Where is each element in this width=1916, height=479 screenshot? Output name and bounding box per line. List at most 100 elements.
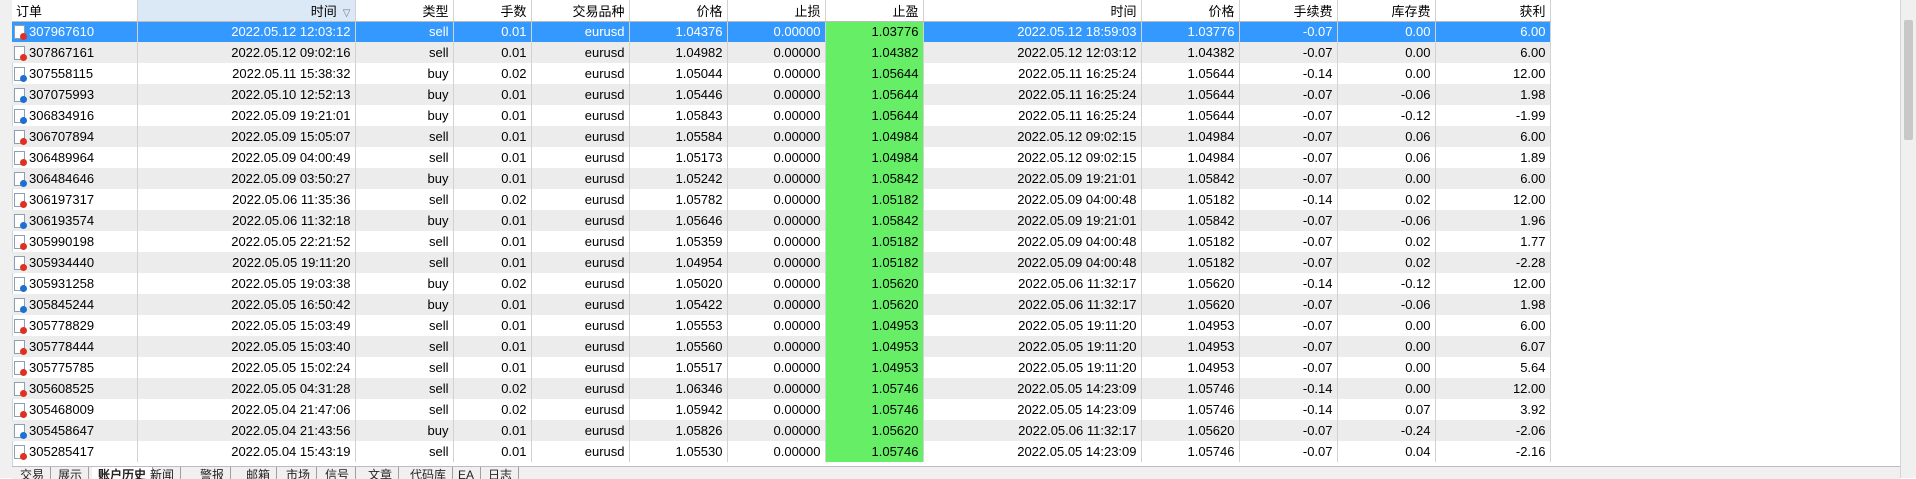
table-row[interactable]: 305608525 2022.05.05 04:31:28 sell 0.02 euru… bbox=[12, 378, 1551, 399]
table-row[interactable]: 307867161 2022.05.12 09:02:16 sell 0.01 euru… bbox=[12, 42, 1551, 63]
tab-3[interactable]: 新闻 bbox=[144, 467, 182, 479]
buy-order-icon bbox=[14, 172, 27, 187]
cell-value: 6.00 bbox=[1520, 24, 1546, 40]
column-header-close-time[interactable]: 时间 bbox=[923, 0, 1142, 22]
cell-value: eurusd bbox=[584, 297, 625, 312]
cell-swap: 0.00 bbox=[1337, 378, 1436, 399]
cell-open-price: 1.05446 bbox=[629, 84, 728, 105]
cell-order: 305458647 bbox=[12, 420, 138, 441]
cell-value: 0.04 bbox=[1405, 444, 1431, 459]
table-row[interactable]: 306834916 2022.05.09 19:21:01 buy 0.01 eurus… bbox=[12, 105, 1551, 126]
table-row[interactable]: 305285417 2022.05.04 15:43:19 sell 0.01 euru… bbox=[12, 441, 1551, 462]
tab-0[interactable]: 交易 bbox=[14, 467, 52, 479]
cell-order: 305608525 bbox=[12, 378, 138, 399]
cell-take-profit: 1.05620 bbox=[825, 294, 924, 315]
table-row[interactable]: 305845244 2022.05.05 16:50:42 buy 0.01 eurus… bbox=[12, 294, 1551, 315]
tab-8[interactable]: 文章 bbox=[362, 467, 400, 479]
table-row[interactable]: 305775785 2022.05.05 15:02:24 sell 0.01 euru… bbox=[12, 357, 1551, 378]
table-row[interactable]: 305458647 2022.05.04 21:43:56 buy 0.01 eurus… bbox=[12, 420, 1551, 441]
cell-take-profit: 1.05644 bbox=[825, 63, 924, 84]
table-row[interactable]: 305778829 2022.05.05 15:03:49 sell 0.01 euru… bbox=[12, 315, 1551, 336]
cell-value: -0.07 bbox=[1302, 87, 1333, 102]
cell-stop-loss: 0.00000 bbox=[727, 315, 826, 336]
table-row[interactable]: 305778444 2022.05.05 15:03:40 sell 0.01 euru… bbox=[12, 336, 1551, 357]
cell-value: 12.00 bbox=[1512, 192, 1546, 207]
cell-type: sell bbox=[355, 441, 454, 462]
order-type-dot bbox=[20, 96, 27, 103]
cell-commission: -0.07 bbox=[1239, 105, 1338, 126]
tab-9[interactable]: 代码库 bbox=[404, 467, 454, 479]
sell-order-icon bbox=[14, 235, 27, 250]
order-type-dot bbox=[20, 180, 27, 187]
cell-value: 1.05620 bbox=[1187, 423, 1235, 438]
cell-value: 2022.05.06 11:35:36 bbox=[232, 192, 351, 207]
table-row[interactable]: 306197317 2022.05.06 11:35:36 sell 0.02 euru… bbox=[12, 189, 1551, 210]
tab-5[interactable]: 邮箱 bbox=[240, 467, 278, 479]
cell-value: 1.05173 bbox=[675, 150, 723, 165]
sell-order-icon bbox=[14, 193, 27, 208]
cell-close-time: 2022.05.06 11:32:17 bbox=[923, 273, 1142, 294]
cell-value: 305608525 bbox=[29, 381, 95, 396]
column-header-type[interactable]: 类型 bbox=[355, 0, 454, 22]
sell-order-icon bbox=[14, 46, 27, 61]
column-header-open-price[interactable]: 价格 bbox=[629, 0, 728, 22]
table-row[interactable]: 307075993 2022.05.10 12:52:13 buy 0.01 eurus… bbox=[12, 84, 1551, 105]
table-row[interactable]: 305931258 2022.05.05 19:03:38 buy 0.02 eurus… bbox=[12, 273, 1551, 294]
column-header-close-price[interactable]: 价格 bbox=[1141, 0, 1240, 22]
cell-value: buy bbox=[427, 171, 449, 186]
column-header-take-profit[interactable]: 止盈 bbox=[825, 0, 924, 22]
vertical-scrollbar[interactable] bbox=[1900, 0, 1916, 478]
table-row[interactable]: 306484646 2022.05.09 03:50:27 buy 0.01 eurus… bbox=[12, 168, 1551, 189]
column-header-label: 类型 bbox=[422, 3, 449, 19]
order-type-dot bbox=[20, 159, 27, 166]
column-header-commission[interactable]: 手续费 bbox=[1239, 0, 1338, 22]
cell-value: 1.05044 bbox=[675, 66, 723, 81]
tab-6[interactable]: 市场 bbox=[280, 467, 318, 479]
cell-close-price: 1.05620 bbox=[1141, 273, 1240, 294]
column-header-profit[interactable]: 获利 bbox=[1435, 0, 1551, 22]
cell-value: 6.00 bbox=[1520, 45, 1546, 60]
cell-open-time: 2022.05.05 16:50:42 bbox=[137, 294, 356, 315]
tab-1[interactable]: 展示 bbox=[52, 467, 90, 479]
cell-close-price: 1.05644 bbox=[1141, 63, 1240, 84]
column-header-symbol[interactable]: 交易品种 bbox=[531, 0, 630, 22]
table-row[interactable]: 305990198 2022.05.05 22:21:52 sell 0.01 euru… bbox=[12, 231, 1551, 252]
table-row[interactable]: 306193574 2022.05.06 11:32:18 buy 0.01 eurus… bbox=[12, 210, 1551, 231]
column-header-stop-loss[interactable]: 止损 bbox=[727, 0, 826, 22]
table-row[interactable]: 305468009 2022.05.04 21:47:06 sell 0.02 euru… bbox=[12, 399, 1551, 420]
cell-value: 2022.05.11 16:25:24 bbox=[1018, 108, 1137, 123]
cell-value: 1.04382 bbox=[1187, 45, 1235, 60]
scrollbar-thumb[interactable] bbox=[1904, 20, 1913, 140]
cell-close-price: 1.04953 bbox=[1141, 336, 1240, 357]
cell-open-price: 1.05826 bbox=[629, 420, 728, 441]
cell-close-price: 1.04984 bbox=[1141, 126, 1240, 147]
cell-value: 6.07 bbox=[1520, 339, 1546, 354]
column-header-open-time[interactable]: 时间 ▽ bbox=[137, 0, 356, 22]
table-row[interactable]: 307967610 2022.05.12 12:03:12 sell 0.01 euru… bbox=[12, 21, 1551, 42]
tab-10[interactable]: EA bbox=[452, 467, 482, 479]
cell-value: 306484646 bbox=[29, 171, 95, 186]
tab-11[interactable]: 日志 bbox=[482, 467, 520, 479]
cell-close-price: 1.05746 bbox=[1141, 378, 1240, 399]
cell-value: sell bbox=[428, 381, 449, 396]
cell-close-time: 2022.05.12 09:02:15 bbox=[923, 147, 1142, 168]
order-type-dot bbox=[20, 222, 27, 229]
cell-swap: 0.00 bbox=[1337, 21, 1436, 42]
table-row[interactable]: 306707894 2022.05.09 15:05:07 sell 0.01 euru… bbox=[12, 126, 1551, 147]
column-header-order[interactable]: 订单 bbox=[12, 0, 138, 22]
column-header-swap[interactable]: 库存费 bbox=[1337, 0, 1436, 22]
cell-profit: 12.00 bbox=[1435, 378, 1551, 399]
cell-value: -0.14 bbox=[1302, 381, 1333, 396]
cell-open-time: 2022.05.06 11:32:18 bbox=[137, 210, 356, 231]
table-row[interactable]: 305934440 2022.05.05 19:11:20 sell 0.01 euru… bbox=[12, 252, 1551, 273]
cell-order: 307967610 bbox=[12, 21, 138, 42]
column-header-lots[interactable]: 手数 bbox=[453, 0, 532, 22]
table-row[interactable]: 307558115 2022.05.11 15:38:32 buy 0.02 eurus… bbox=[12, 63, 1551, 84]
tab-7[interactable]: 信号 bbox=[319, 467, 357, 479]
cell-close-price: 1.05842 bbox=[1141, 210, 1240, 231]
table-row[interactable]: 306489964 2022.05.09 04:00:49 sell 0.01 euru… bbox=[12, 147, 1551, 168]
cell-value: 2022.05.12 12:03:12 bbox=[231, 24, 351, 40]
cell-type: sell bbox=[355, 315, 454, 336]
cell-value: 306489964 bbox=[29, 150, 95, 165]
tab-4[interactable]: 警报 bbox=[194, 467, 232, 479]
